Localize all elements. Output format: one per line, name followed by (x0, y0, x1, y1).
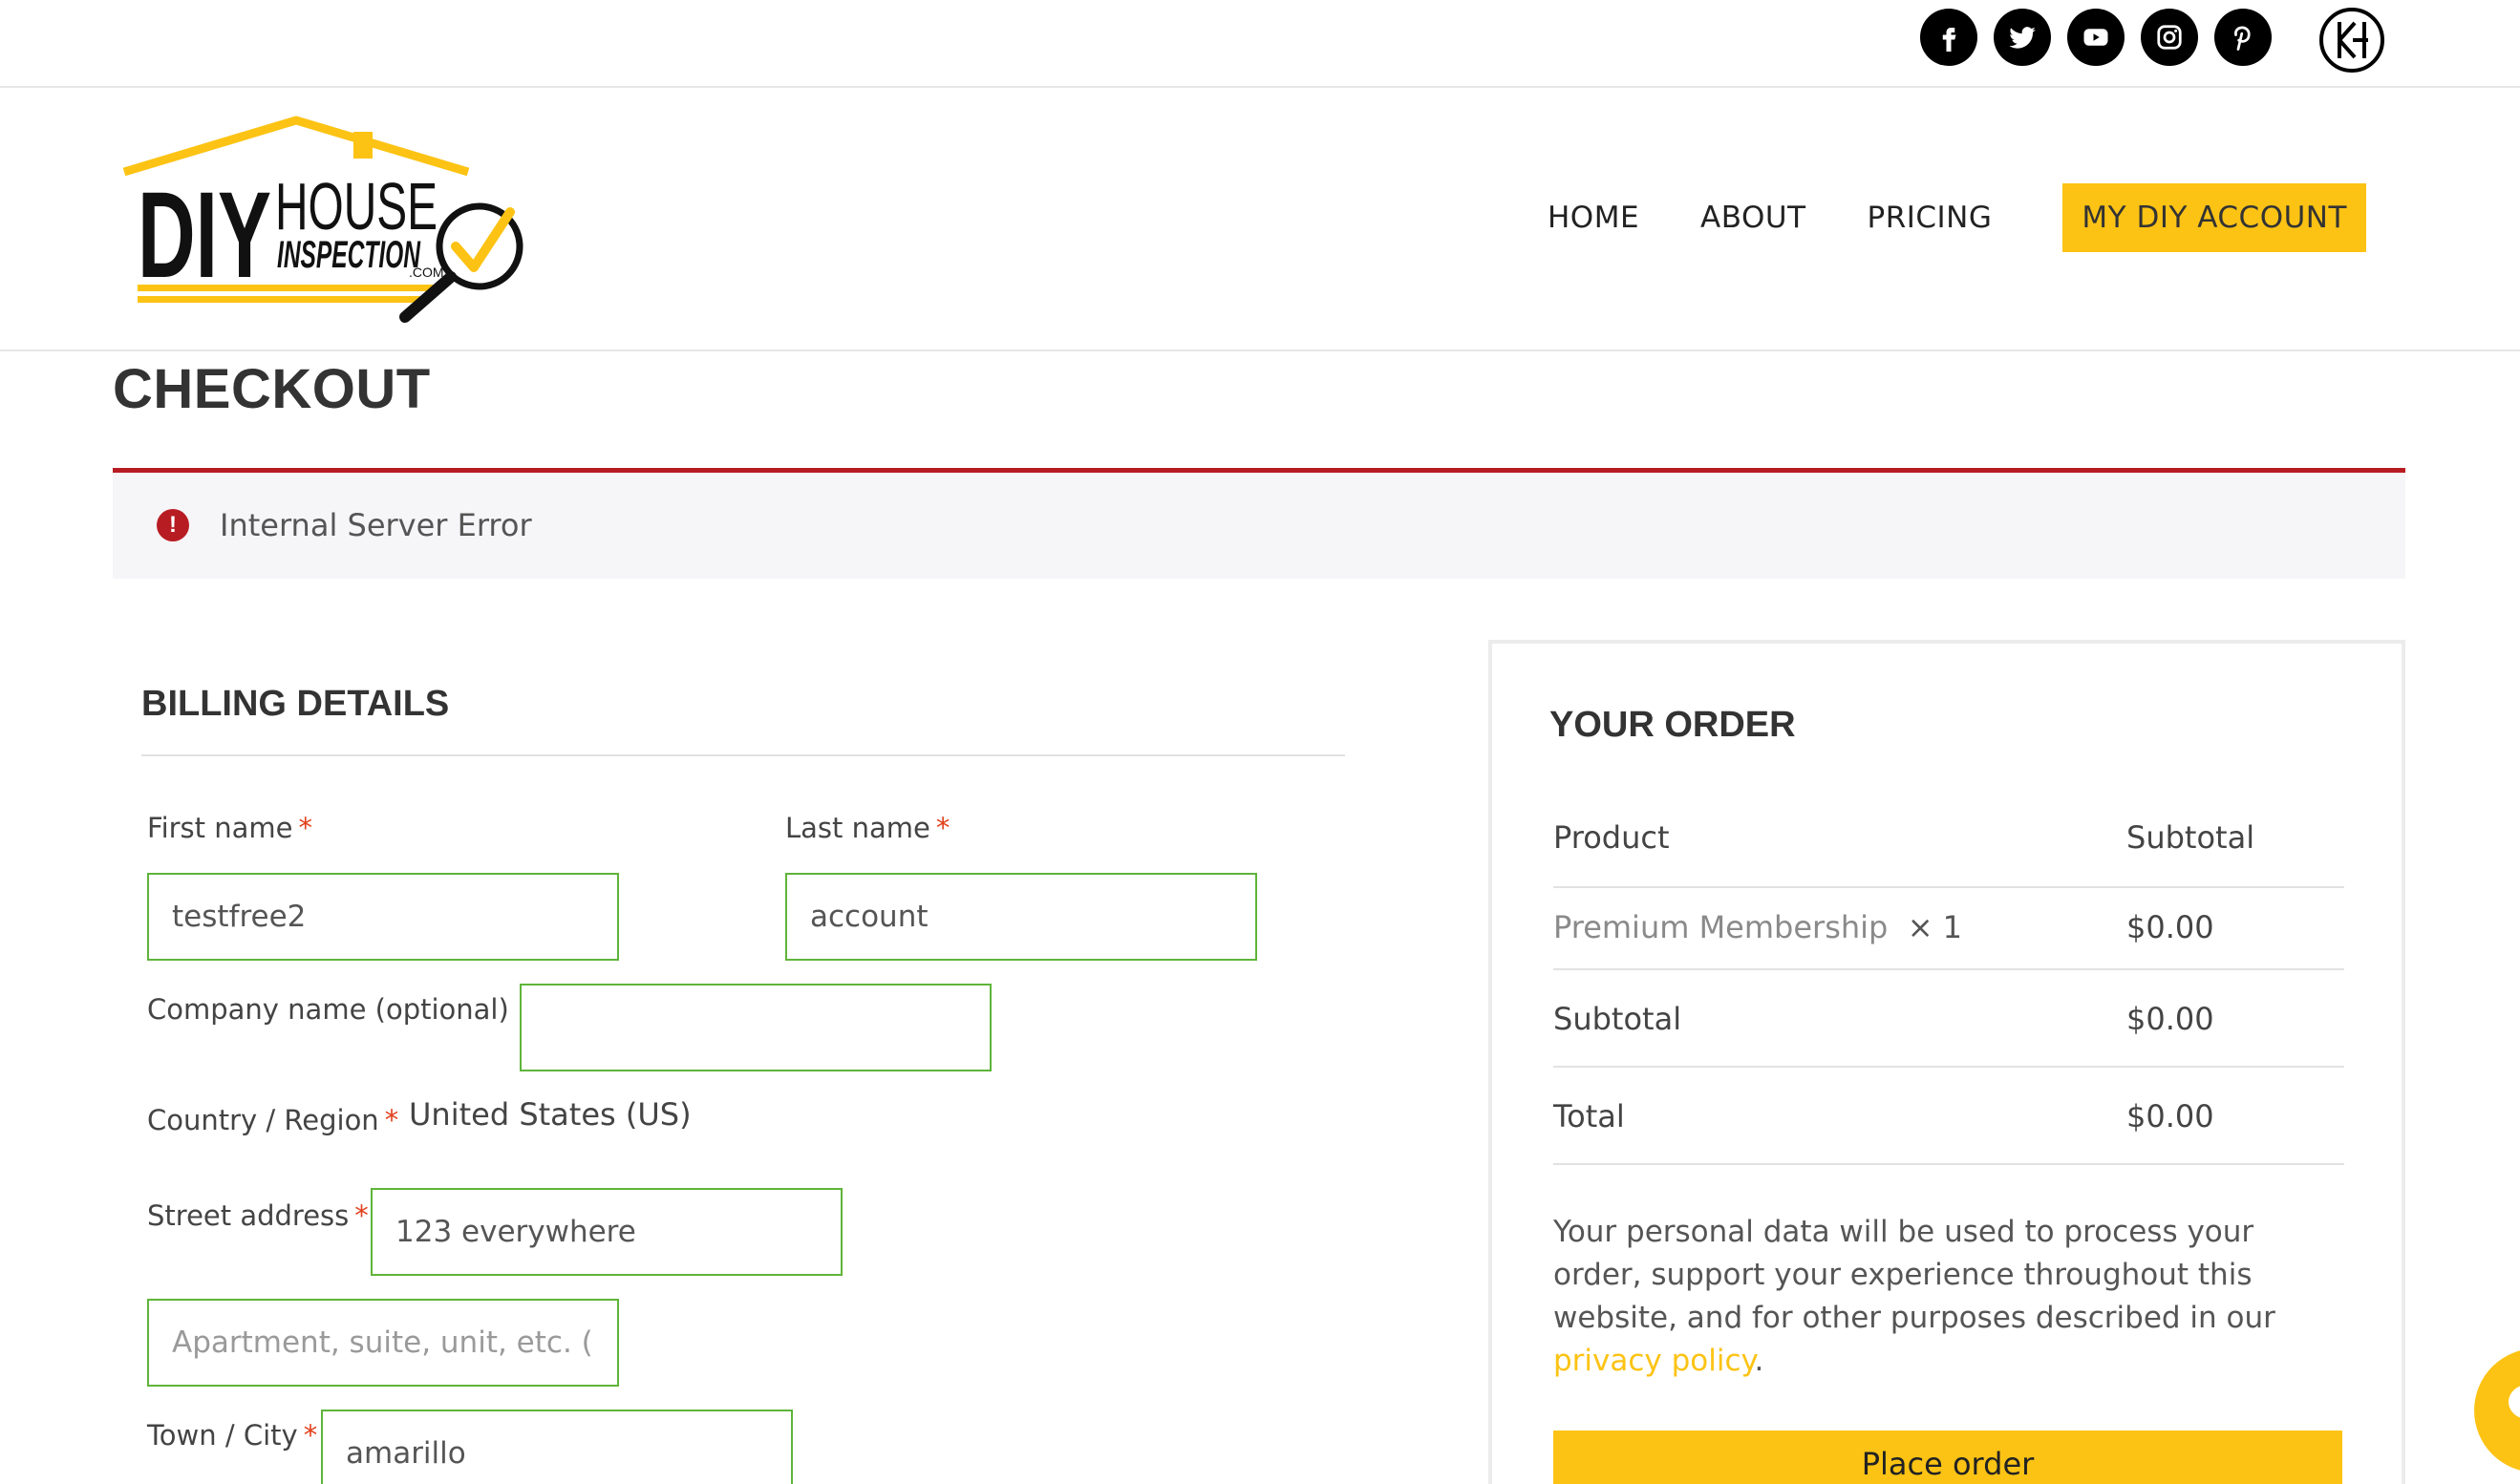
nav-about[interactable]: ABOUT (1700, 201, 1805, 235)
apartment-field[interactable] (147, 1299, 619, 1387)
chat-icon (2509, 1386, 2520, 1418)
your-order-title: YOUR ORDER (1549, 705, 1796, 745)
chat-widget[interactable] (2474, 1348, 2520, 1473)
street-address-field[interactable] (371, 1188, 843, 1276)
street-address-label: Street address * (147, 1199, 369, 1232)
divider (141, 754, 1345, 756)
site-logo[interactable]: DIY HOUSE INSPECTION .COM (117, 115, 527, 325)
main-nav: HOME ABOUT PRICING MY DIY ACCOUNT (1548, 183, 2366, 252)
nav-pricing[interactable]: PRICING (1868, 201, 1993, 235)
order-review: YOUR ORDER Product Subtotal Premium Memb… (1488, 640, 2405, 1484)
social-bar (0, 0, 2520, 88)
logo-house: HOUSE (275, 169, 438, 244)
facebook-icon[interactable] (1920, 9, 1977, 66)
divider (1553, 886, 2344, 888)
logo-inspection: INSPECTION (277, 234, 421, 276)
privacy-notice: Your personal data will be used to proce… (1553, 1215, 2275, 1378)
country-select[interactable]: United States (US) (409, 1096, 692, 1133)
error-notice: ! Internal Server Error (113, 468, 2405, 579)
total-label: Total (1553, 1098, 1625, 1134)
my-account-button[interactable]: MY DIY ACCOUNT (2062, 183, 2366, 252)
youtube-icon[interactable] (2067, 9, 2125, 66)
town-city-label: Town / City * (147, 1419, 318, 1452)
error-message: Internal Server Error (220, 507, 532, 543)
first-name-label: First name * (147, 812, 312, 844)
privacy-policy-link[interactable]: privacy policy (1553, 1344, 1754, 1378)
partner-logo[interactable] (2319, 8, 2384, 73)
last-name-label: Last name * (785, 812, 950, 844)
place-order-button[interactable]: Place order (1553, 1431, 2342, 1484)
twitter-icon[interactable] (1994, 9, 2051, 66)
logo-com: .COM (409, 265, 444, 280)
divider (1553, 1066, 2344, 1068)
billing-details-title: BILLING DETAILS (141, 684, 450, 724)
country-label: Country / Region * (147, 1104, 399, 1136)
subtotal-label: Subtotal (1553, 1001, 1682, 1037)
subtotal-value: $0.00 (2126, 1001, 2214, 1037)
pinterest-icon[interactable] (2214, 9, 2272, 66)
divider (1553, 1163, 2344, 1165)
divider (1553, 968, 2344, 970)
product-price: $0.00 (2126, 909, 2214, 945)
product-name: Premium Membership × 1 (1553, 909, 1963, 945)
company-name-label: Company name (optional) (147, 993, 509, 1026)
error-icon: ! (157, 509, 189, 541)
first-name-field[interactable] (147, 873, 619, 961)
site-header: DIY HOUSE INSPECTION .COM HOME ABOUT PRI… (0, 88, 2520, 351)
town-city-field[interactable] (321, 1410, 793, 1484)
social-links (1920, 9, 2272, 66)
company-name-field[interactable] (520, 984, 992, 1071)
nav-home[interactable]: HOME (1548, 201, 1639, 235)
page-title: CHECKOUT (113, 358, 431, 420)
subtotal-header: Subtotal (2126, 819, 2255, 856)
instagram-icon[interactable] (2141, 9, 2198, 66)
total-value: $0.00 (2126, 1098, 2214, 1134)
logo-diy: DIY (138, 167, 271, 304)
last-name-field[interactable] (785, 873, 1257, 961)
product-header: Product (1553, 819, 1670, 856)
